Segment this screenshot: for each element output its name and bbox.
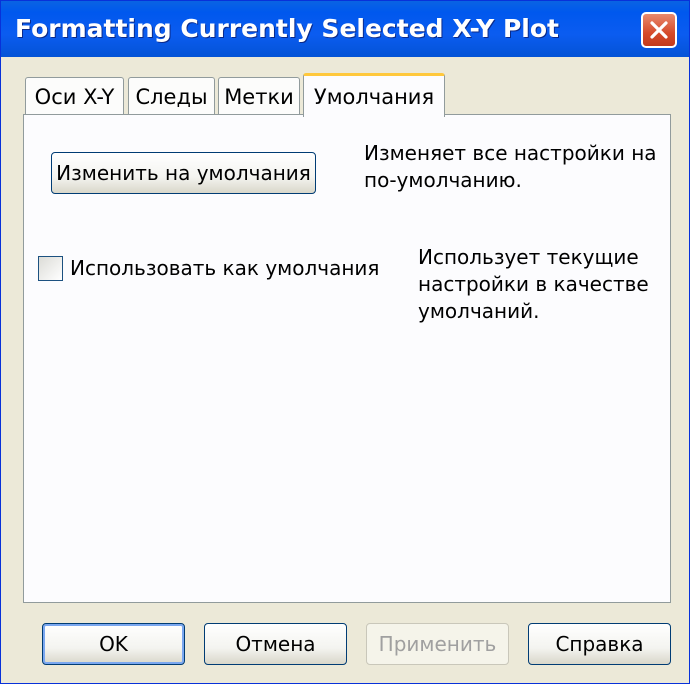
button-label: Применить [378, 632, 497, 656]
button-label: Изменить на умолчания [56, 161, 311, 185]
close-icon [650, 21, 668, 39]
change-to-defaults-button[interactable]: Изменить на умолчания [51, 152, 316, 194]
tab-label: Следы [135, 84, 208, 109]
use-as-defaults-checkbox[interactable] [38, 256, 63, 281]
tab-labels[interactable]: Метки [218, 77, 300, 115]
tab-label: Метки [224, 84, 294, 109]
help-button[interactable]: Справка [528, 623, 671, 665]
dialog-window: Formatting Currently Selected X-Y Plot О… [0, 0, 690, 684]
title-bar[interactable]: Formatting Currently Selected X-Y Plot [1, 1, 689, 57]
button-label: Отмена [235, 632, 316, 656]
button-label: Справка [555, 632, 644, 656]
tab-traces[interactable]: Следы [128, 77, 215, 115]
use-defaults-description: Использует текущие настройки в качестве … [418, 245, 649, 323]
button-label: OK [99, 632, 128, 656]
tab-xy-axes[interactable]: Оси X-Y [25, 77, 124, 115]
apply-button: Применить [366, 623, 509, 665]
defaults-tab-panel: Изменить на умолчания Изменяет все настр… [23, 114, 671, 603]
window-title: Formatting Currently Selected X-Y Plot [15, 14, 560, 43]
cancel-button[interactable]: Отмена [204, 623, 347, 665]
tab-label: Умолчания [313, 84, 435, 109]
close-button[interactable] [641, 12, 677, 48]
use-as-defaults-label[interactable]: Использовать как умолчания [70, 256, 379, 280]
ok-button[interactable]: OK [42, 623, 185, 665]
tab-label: Оси X-Y [34, 84, 115, 109]
change-defaults-description: Изменяет все настройки на по-умолчанию. [364, 141, 657, 192]
tab-defaults[interactable]: Умолчания [303, 73, 445, 117]
